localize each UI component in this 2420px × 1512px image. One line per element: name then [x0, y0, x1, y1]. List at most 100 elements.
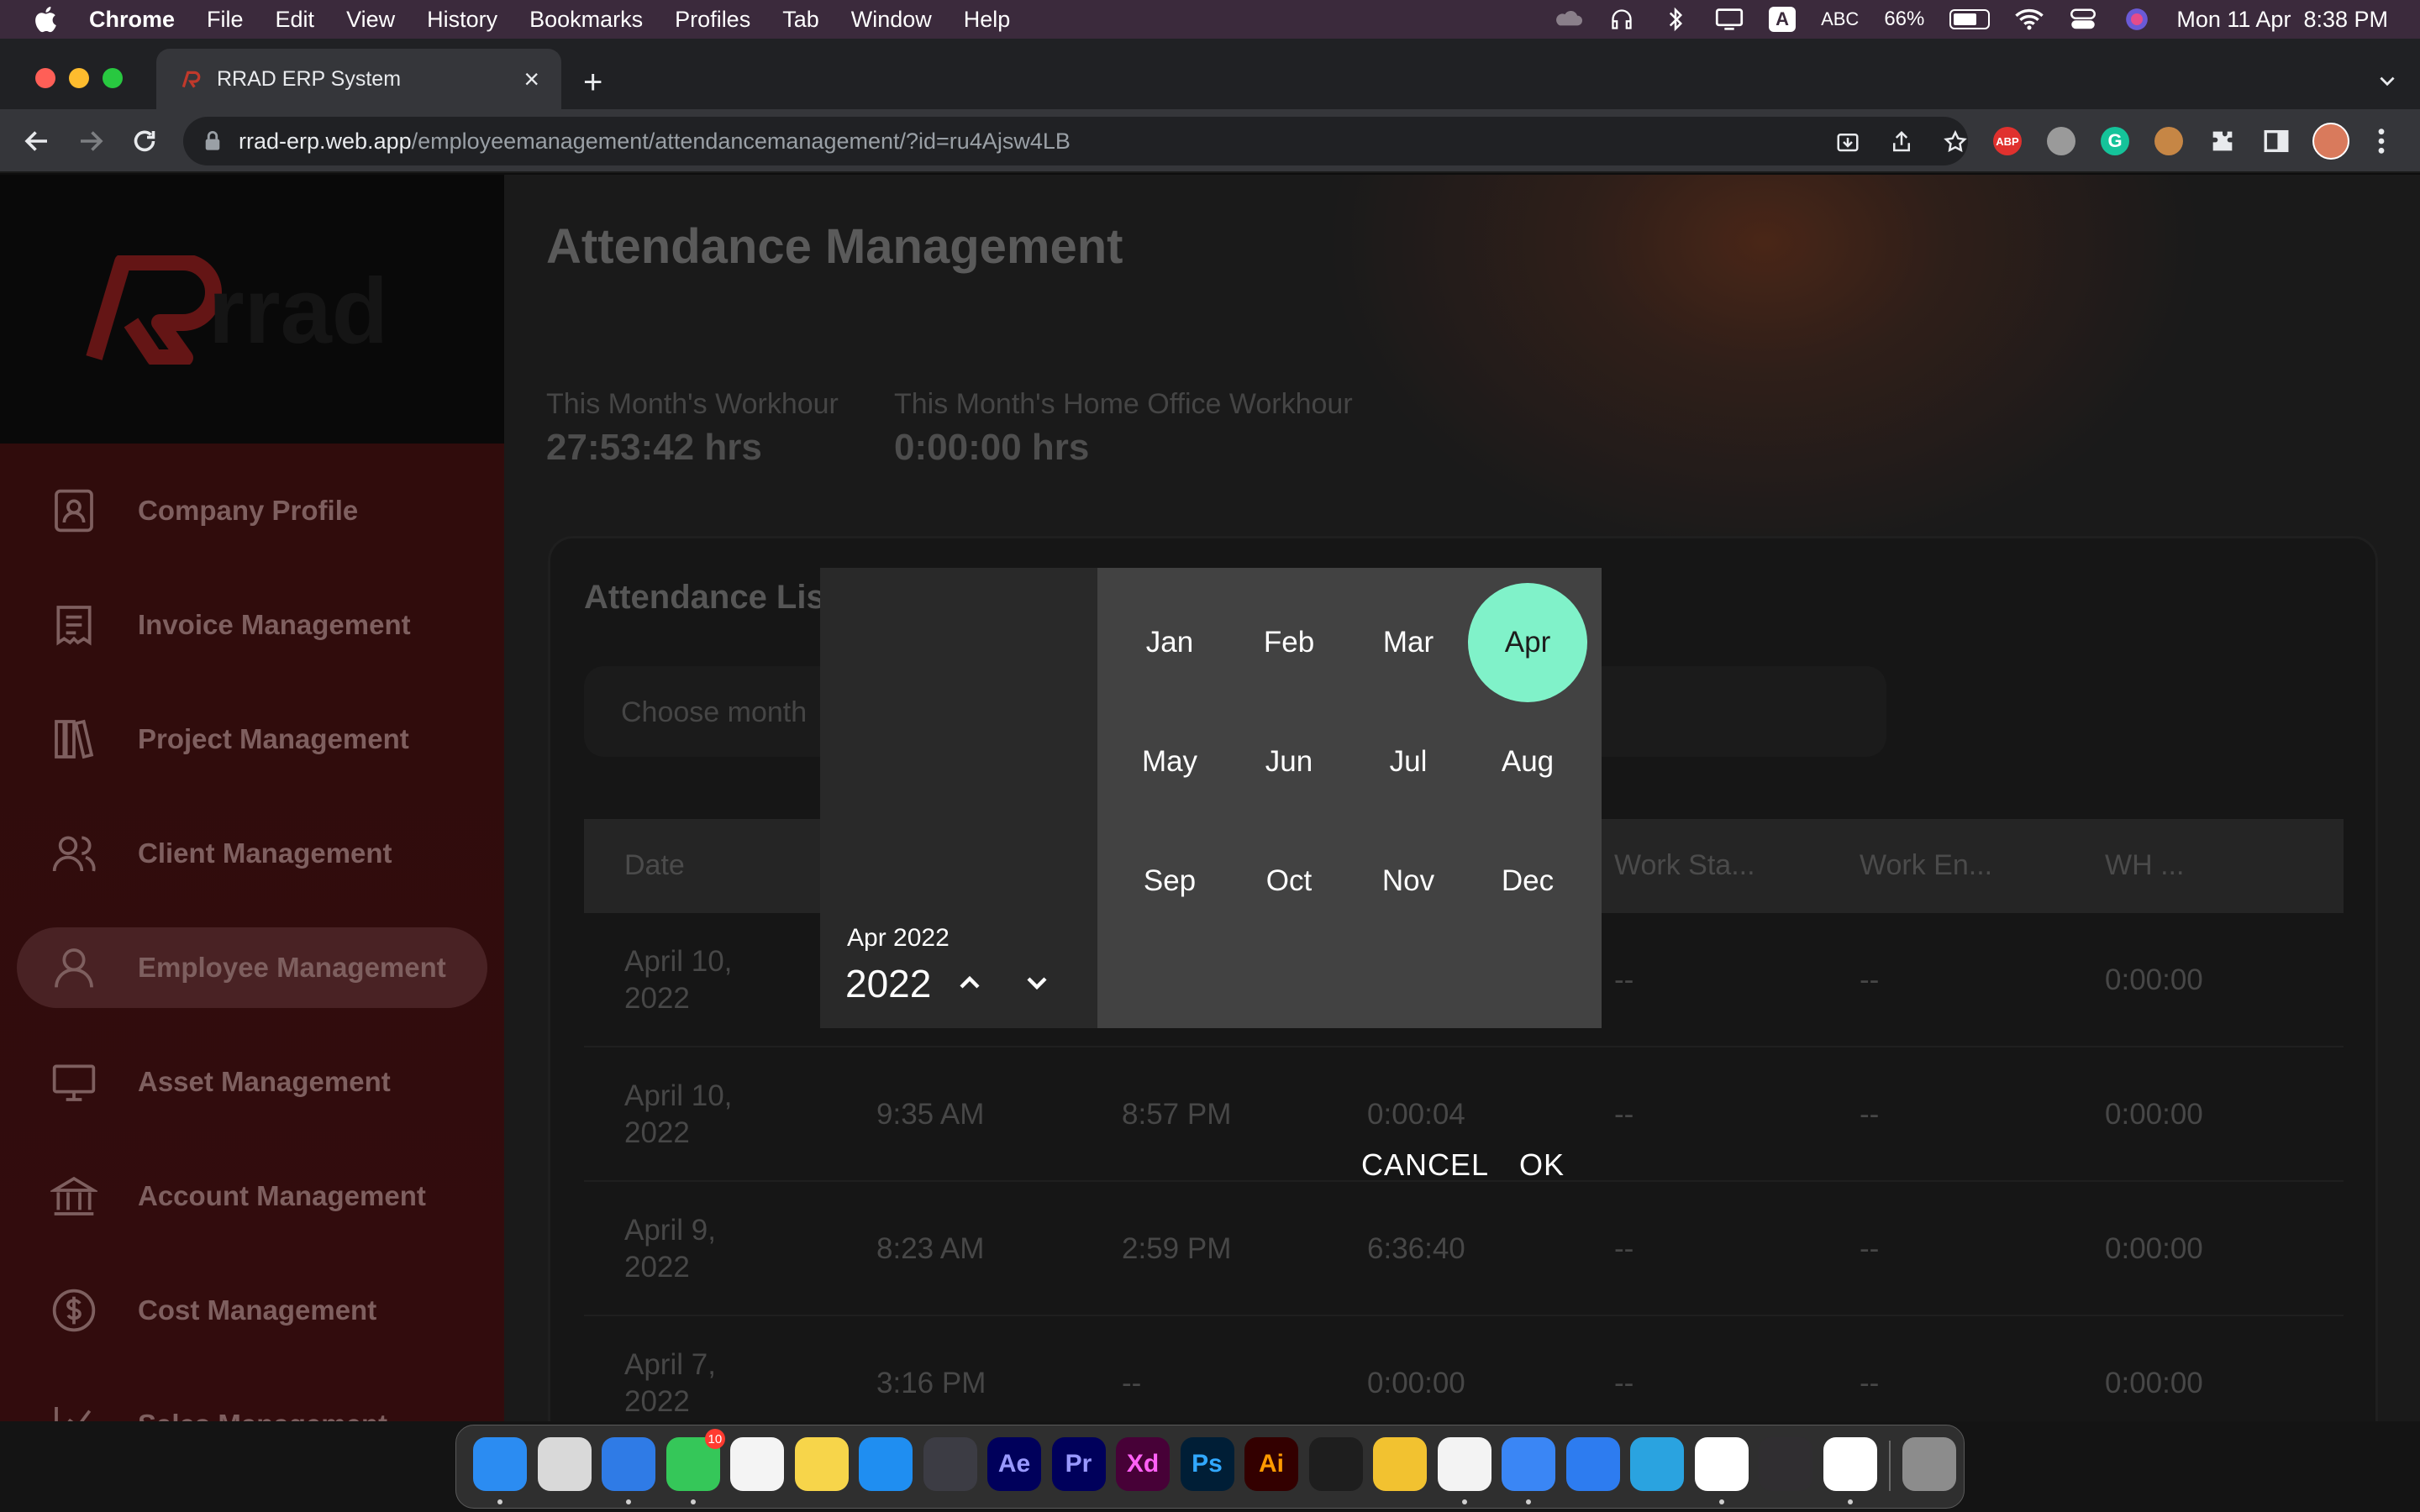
month-may[interactable]: May	[1110, 702, 1229, 822]
dock-app-premiere-pro[interactable]: Pr	[1051, 1437, 1106, 1491]
tab-search-icon[interactable]	[2376, 71, 2398, 92]
month-oct[interactable]: Oct	[1229, 822, 1349, 941]
url-text[interactable]: rrad-erp.web.app/employeemanagement/atte…	[239, 129, 1071, 155]
install-app-icon[interactable]	[1835, 129, 1860, 155]
dock-app-adobe-xd[interactable]: Xd	[1116, 1437, 1170, 1491]
web-page: rrad Company Profile Invoice Management …	[0, 175, 2420, 1421]
dock-badge: 10	[704, 1429, 726, 1449]
year-label[interactable]: 2022	[845, 961, 931, 1006]
cancel-button[interactable]: CANCEL	[1361, 1147, 1489, 1183]
back-icon[interactable]	[22, 126, 52, 156]
reload-icon[interactable]	[129, 126, 160, 156]
dock-app-weka[interactable]	[1373, 1437, 1427, 1491]
dock-app-chrome[interactable]	[1823, 1437, 1877, 1491]
selected-month-label: Apr 2022	[847, 924, 950, 952]
macos-menu-bar: Chrome File Edit View History Bookmarks …	[0, 0, 2420, 39]
month-jan[interactable]: Jan	[1110, 583, 1229, 702]
dock-app-app-store[interactable]	[859, 1437, 913, 1491]
dock-app-finder[interactable]	[473, 1437, 527, 1491]
extensions-puzzle-icon[interactable]	[2208, 127, 2237, 155]
dock-app-launchpad[interactable]	[537, 1437, 592, 1491]
menu-bookmarks[interactable]: Bookmarks	[529, 7, 643, 33]
datetime[interactable]: Mon 11 Apr 8:38 PM	[2176, 7, 2388, 33]
cookie-icon[interactable]	[2154, 127, 2183, 155]
menu-profiles[interactable]: Profiles	[675, 7, 750, 33]
menu-view[interactable]: View	[346, 7, 395, 33]
display-icon[interactable]	[1715, 7, 1744, 32]
dock-app-photoshop[interactable]: Ps	[1180, 1437, 1234, 1491]
month-feb[interactable]: Feb	[1229, 583, 1349, 702]
month-aug[interactable]: Aug	[1468, 702, 1587, 822]
zoom-window-button[interactable]	[103, 68, 123, 88]
dock-app-telegram[interactable]	[1630, 1437, 1684, 1491]
battery-percent[interactable]: 66%	[1884, 8, 1924, 31]
dock-area: 10 Ae Pr Xd Ps Ai	[0, 1421, 2420, 1512]
tab-title: RRAD ERP System	[217, 67, 402, 91]
menu-help[interactable]: Help	[964, 7, 1011, 33]
month-mar[interactable]: Mar	[1349, 583, 1468, 702]
dock-running-indicator	[1461, 1499, 1467, 1504]
rrad-favicon-icon	[182, 71, 201, 88]
menu-edit[interactable]: Edit	[276, 7, 315, 33]
menu-tab[interactable]: Tab	[782, 7, 819, 33]
side-panel-icon[interactable]	[2262, 127, 2291, 155]
wifi-icon[interactable]	[2015, 7, 2044, 32]
menu-window[interactable]: Window	[851, 7, 932, 33]
dock-app-terminal[interactable]	[1308, 1437, 1363, 1491]
dock-app-xcode[interactable]	[1565, 1437, 1620, 1491]
extension-power-icon[interactable]	[2047, 127, 2075, 155]
dock-app-after-effects[interactable]: Ae	[987, 1437, 1041, 1491]
month-jun[interactable]: Jun	[1229, 702, 1349, 822]
ok-button[interactable]: OK	[1519, 1147, 1565, 1183]
forward-icon[interactable]	[76, 126, 106, 156]
month-apr[interactable]: Apr	[1468, 583, 1587, 702]
dock: 10 Ae Pr Xd Ps Ai	[455, 1425, 1965, 1509]
headphones-icon[interactable]	[1607, 7, 1636, 32]
dock-app-vs-code[interactable]	[1437, 1437, 1491, 1491]
dock-app-xcode-tools[interactable]	[1502, 1437, 1555, 1491]
year-down-chevron-icon[interactable]	[1020, 966, 1054, 1000]
battery-icon[interactable]	[1949, 9, 1991, 29]
dock-app-obs[interactable]	[1759, 1437, 1812, 1491]
dock-app-slack[interactable]	[1694, 1437, 1749, 1491]
profile-avatar[interactable]	[2312, 123, 2349, 160]
close-window-button[interactable]	[35, 68, 55, 88]
dock-running-indicator	[1847, 1499, 1853, 1504]
month-dec[interactable]: Dec	[1468, 822, 1587, 941]
month-nov[interactable]: Nov	[1349, 822, 1468, 941]
year-up-chevron-icon[interactable]	[953, 966, 986, 1000]
siri-icon[interactable]	[2123, 7, 2151, 32]
menu-history[interactable]: History	[427, 7, 497, 33]
dock-app-photos[interactable]	[730, 1437, 784, 1491]
dock-app-notes[interactable]	[794, 1437, 849, 1491]
minimize-window-button[interactable]	[69, 68, 89, 88]
apple-icon[interactable]	[32, 4, 62, 34]
dock-app-davinci-resolve[interactable]	[923, 1437, 977, 1491]
month-grid: Jan Feb Mar Apr May Jun Jul Aug Sep Oct …	[1097, 568, 1602, 1028]
lock-icon[interactable]	[203, 130, 222, 152]
input-source-label[interactable]: ABC	[1821, 8, 1859, 30]
picker-header: Apr 2022 2022	[820, 568, 1097, 1028]
menu-file[interactable]: File	[207, 7, 244, 33]
chrome-menu-icon[interactable]	[2371, 127, 2391, 155]
bookmark-star-icon[interactable]	[1943, 129, 1968, 155]
close-tab-icon[interactable]: ×	[523, 66, 539, 92]
control-center-icon[interactable]	[2069, 7, 2097, 32]
browser-tab[interactable]: RRAD ERP System ×	[156, 49, 561, 109]
adblock-plus-icon[interactable]: ABP	[1993, 127, 2022, 155]
address-bar[interactable]: rrad-erp.web.app/employeemanagement/atte…	[183, 117, 1968, 165]
new-tab-button[interactable]: +	[583, 66, 602, 99]
grammarly-icon[interactable]: G	[2101, 127, 2129, 155]
dock-app-illustrator[interactable]: Ai	[1244, 1437, 1298, 1491]
dock-running-indicator	[497, 1499, 502, 1504]
input-source-icon[interactable]: A	[1769, 7, 1797, 32]
dock-app-trash[interactable]	[1902, 1437, 1956, 1491]
dock-separator	[1889, 1441, 1891, 1491]
cloud-icon[interactable]	[1554, 7, 1583, 32]
menu-app-name[interactable]: Chrome	[89, 7, 175, 33]
month-sep[interactable]: Sep	[1110, 822, 1229, 941]
dock-app-safari[interactable]	[602, 1437, 655, 1491]
bluetooth-icon[interactable]	[1661, 7, 1690, 32]
share-icon[interactable]	[1889, 129, 1914, 155]
month-jul[interactable]: Jul	[1349, 702, 1468, 822]
